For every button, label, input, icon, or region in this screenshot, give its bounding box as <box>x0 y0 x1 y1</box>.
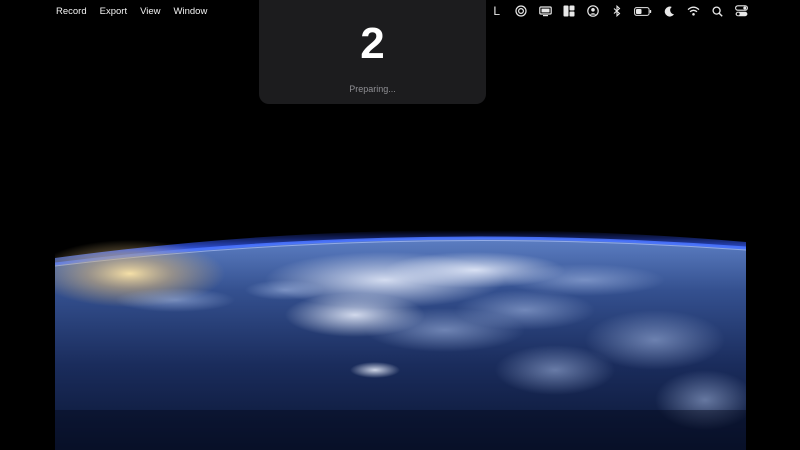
status-letter[interactable]: L <box>493 4 500 18</box>
battery-icon[interactable] <box>634 4 652 18</box>
countdown-status: Preparing... <box>349 84 396 94</box>
search-icon[interactable] <box>710 4 724 18</box>
menu-record[interactable]: Record <box>56 6 87 17</box>
status-tray: L <box>493 0 748 22</box>
moon-icon[interactable] <box>662 4 676 18</box>
menu-view[interactable]: View <box>140 6 160 17</box>
countdown-overlay: 2 Preparing... <box>259 0 486 104</box>
menu-window[interactable]: Window <box>174 6 208 17</box>
countdown-number: 2 <box>360 19 385 68</box>
wifi-icon[interactable] <box>686 4 700 18</box>
focus-target-icon[interactable] <box>514 4 528 18</box>
app-menu: Record Export View Window <box>56 0 207 22</box>
earth-from-space-image <box>55 220 746 450</box>
menu-export[interactable]: Export <box>100 6 127 17</box>
display-icon[interactable] <box>538 4 552 18</box>
bluetooth-icon[interactable] <box>610 4 624 18</box>
user-circle-icon[interactable] <box>586 4 600 18</box>
layout-icon[interactable] <box>562 4 576 18</box>
control-center-icon[interactable] <box>734 4 748 18</box>
